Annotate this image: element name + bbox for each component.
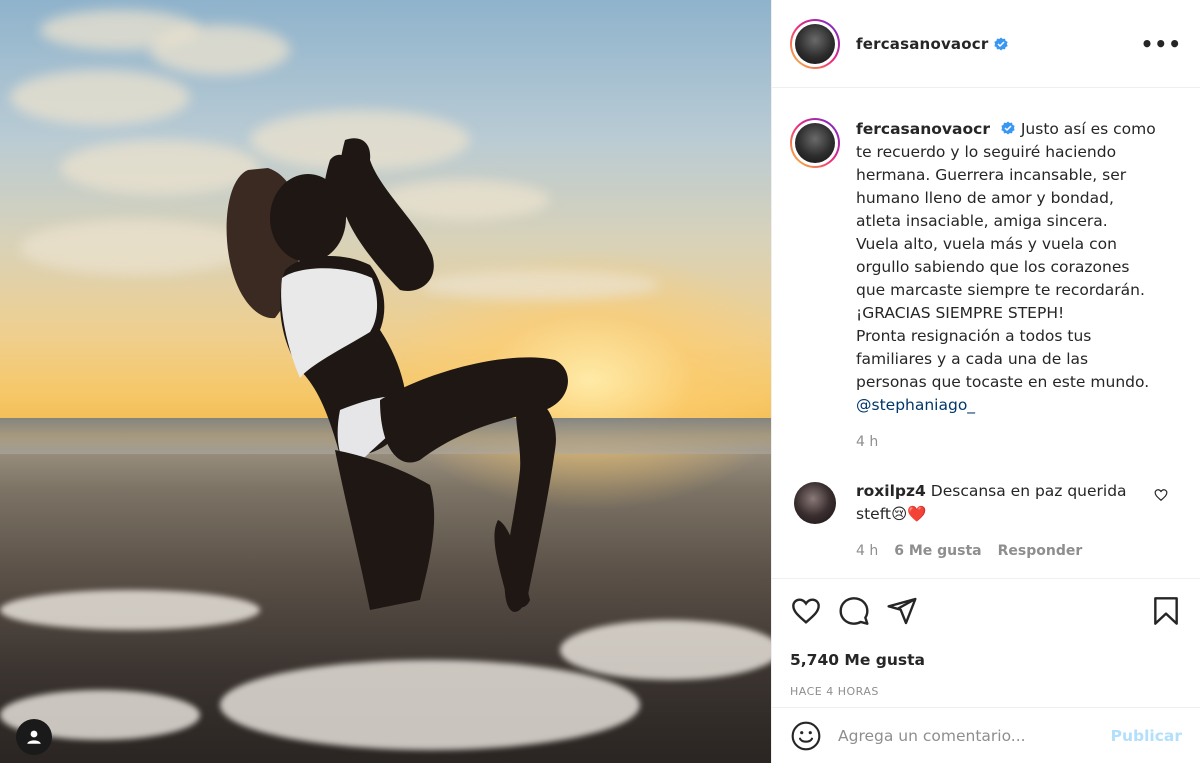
more-options-button[interactable]: •••	[1141, 32, 1182, 56]
emoji-icon[interactable]	[790, 720, 822, 752]
commenter-username[interactable]: roxilpz4	[856, 482, 926, 500]
post-actions: 5,740 Me gusta HACE 4 HORAS	[772, 578, 1200, 698]
commenter-avatar[interactable]	[794, 482, 836, 524]
user-icon	[27, 730, 41, 744]
bookmark-save-icon[interactable]	[1150, 595, 1182, 627]
comments-section[interactable]: fercasanovaocr Justo así es como te recu…	[772, 88, 1200, 578]
caption-line: familiares y a cada una de las	[856, 350, 1089, 368]
author-username[interactable]: fercasanovaocr	[856, 35, 988, 53]
caption-avatar[interactable]	[790, 118, 840, 168]
comment-text: roxilpz4 Descansa en paz querida steft😢❤…	[856, 480, 1136, 563]
comment-input[interactable]	[838, 726, 1111, 745]
add-comment-bar: Publicar	[772, 707, 1200, 763]
post-timestamp[interactable]: HACE 4 HORAS	[790, 685, 1182, 698]
caption-line: atleta insaciable, amiga sincera.	[856, 212, 1108, 230]
caption-line: que marcaste siempre te recordarán.	[856, 281, 1145, 299]
caption-line: humano lleno de amor y bondad,	[856, 189, 1114, 207]
caption-line: te recuerdo y lo seguiré haciendo	[856, 143, 1117, 161]
comment-meta: 4 h 6 Me gusta Responder	[856, 540, 1136, 563]
caption-time[interactable]: 4 h	[856, 431, 1166, 454]
share-send-icon[interactable]	[886, 595, 918, 627]
likes-count[interactable]: 5,740 Me gusta	[790, 651, 1182, 669]
mention-link[interactable]: @stephaniago_	[856, 396, 975, 414]
comment-likes[interactable]: 6 Me gusta	[894, 540, 981, 563]
reply-button[interactable]: Responder	[998, 540, 1083, 563]
like-heart-icon[interactable]	[790, 595, 822, 627]
caption-line: orgullo sabiendo que los corazones	[856, 258, 1130, 276]
comment-time[interactable]: 4 h	[856, 540, 878, 563]
post-photo[interactable]	[0, 0, 771, 763]
comment-line: steft😢❤️	[856, 505, 927, 523]
caption-line: Justo así es como	[1020, 120, 1156, 138]
post-header: fercasanovaocr •••	[772, 0, 1200, 88]
caption-line: ¡GRACIAS SIEMPRE STEPH!	[856, 304, 1065, 322]
caption-username[interactable]: fercasanovaocr	[856, 120, 990, 138]
caption-line: personas que tocaste en este mundo.	[856, 373, 1150, 391]
caption-text: fercasanovaocr Justo así es como te recu…	[856, 118, 1166, 454]
woman-silhouette	[226, 138, 568, 612]
heart-icon[interactable]	[1154, 488, 1168, 502]
verified-badge-icon	[994, 36, 1009, 51]
caption: fercasanovaocr Justo así es como te recu…	[790, 118, 1182, 454]
author-avatar[interactable]	[790, 18, 840, 69]
action-icons	[790, 593, 1182, 629]
caption-line: Vuela alto, vuela más y vuela con	[856, 235, 1117, 253]
caption-line: hermana. Guerrera incansable, ser	[856, 166, 1127, 184]
caption-line: Pronta resignación a todos tus	[856, 327, 1092, 345]
publish-button[interactable]: Publicar	[1111, 727, 1182, 745]
comment-line: Descansa en paz querida	[930, 482, 1127, 500]
comment-bubble-icon[interactable]	[838, 595, 870, 627]
post-panel: fercasanovaocr ••• fercasanovaocr Justo …	[771, 0, 1200, 763]
comment-item: roxilpz4 Descansa en paz querida steft😢❤…	[790, 480, 1182, 563]
verified-badge-icon	[1001, 121, 1015, 135]
tagged-user-button[interactable]	[16, 719, 52, 755]
